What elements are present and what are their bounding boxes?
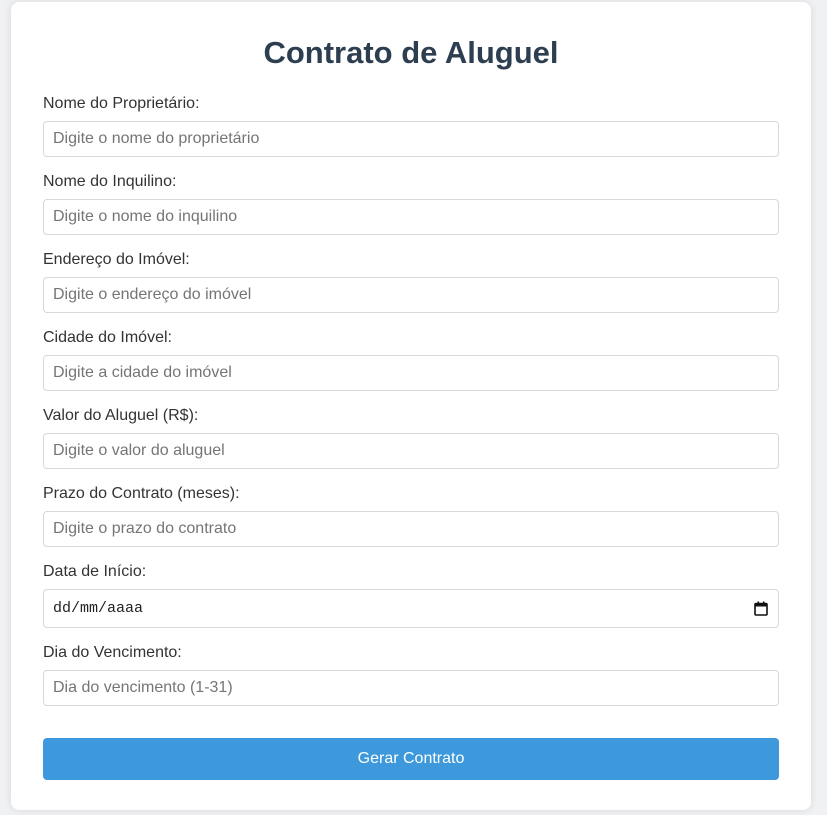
property-address-input[interactable]: Digite o endereço do imóvel bbox=[43, 277, 779, 313]
start-date-value: dd/mm/aaaa bbox=[53, 600, 144, 617]
generate-contract-button[interactable]: Gerar Contrato bbox=[43, 738, 779, 780]
tenant-name-field: Nome do Inquilino: Digite o nome do inqu… bbox=[43, 172, 779, 235]
start-date-label: Data de Início: bbox=[43, 563, 147, 580]
property-address-field: Endereço do Imóvel: Digite o endereço do… bbox=[43, 250, 779, 313]
rent-value-input[interactable]: Digite o valor do aluguel bbox=[43, 433, 779, 469]
tenant-name-input[interactable]: Digite o nome do inquilino bbox=[43, 199, 779, 235]
calendar-icon[interactable] bbox=[754, 601, 768, 616]
form-card: Contrato de Aluguel Nome do Proprietário… bbox=[11, 2, 811, 810]
owner-name-label: Nome do Proprietário: bbox=[43, 95, 200, 112]
due-day-field: Dia do Vencimento: Dia do vencimento (1-… bbox=[43, 643, 779, 706]
due-day-label: Dia do Vencimento: bbox=[43, 644, 182, 661]
contract-term-label: Prazo do Contrato (meses): bbox=[43, 485, 240, 502]
contract-term-input[interactable]: Digite o prazo do contrato bbox=[43, 511, 779, 547]
contract-term-field: Prazo do Contrato (meses): Digite o praz… bbox=[43, 484, 779, 547]
start-date-input[interactable]: dd/mm/aaaa bbox=[43, 589, 779, 628]
page-title: Contrato de Aluguel bbox=[263, 35, 559, 70]
tenant-name-label: Nome do Inquilino: bbox=[43, 173, 177, 190]
property-city-field: Cidade do Imóvel: Digite a cidade do imó… bbox=[43, 328, 779, 391]
property-city-input[interactable]: Digite a cidade do imóvel bbox=[43, 355, 779, 391]
due-day-input[interactable]: Dia do vencimento (1-31) bbox=[43, 670, 779, 706]
rent-value-field: Valor do Aluguel (R$): Digite o valor do… bbox=[43, 406, 779, 469]
property-address-label: Endereço do Imóvel: bbox=[43, 251, 190, 268]
property-city-label: Cidade do Imóvel: bbox=[43, 329, 172, 346]
rent-value-label: Valor do Aluguel (R$): bbox=[43, 407, 199, 424]
owner-name-input[interactable]: Digite o nome do proprietário bbox=[43, 121, 779, 157]
start-date-field: Data de Início: dd/mm/aaaa bbox=[43, 562, 779, 628]
owner-name-field: Nome do Proprietário: Digite o nome do p… bbox=[43, 94, 779, 157]
